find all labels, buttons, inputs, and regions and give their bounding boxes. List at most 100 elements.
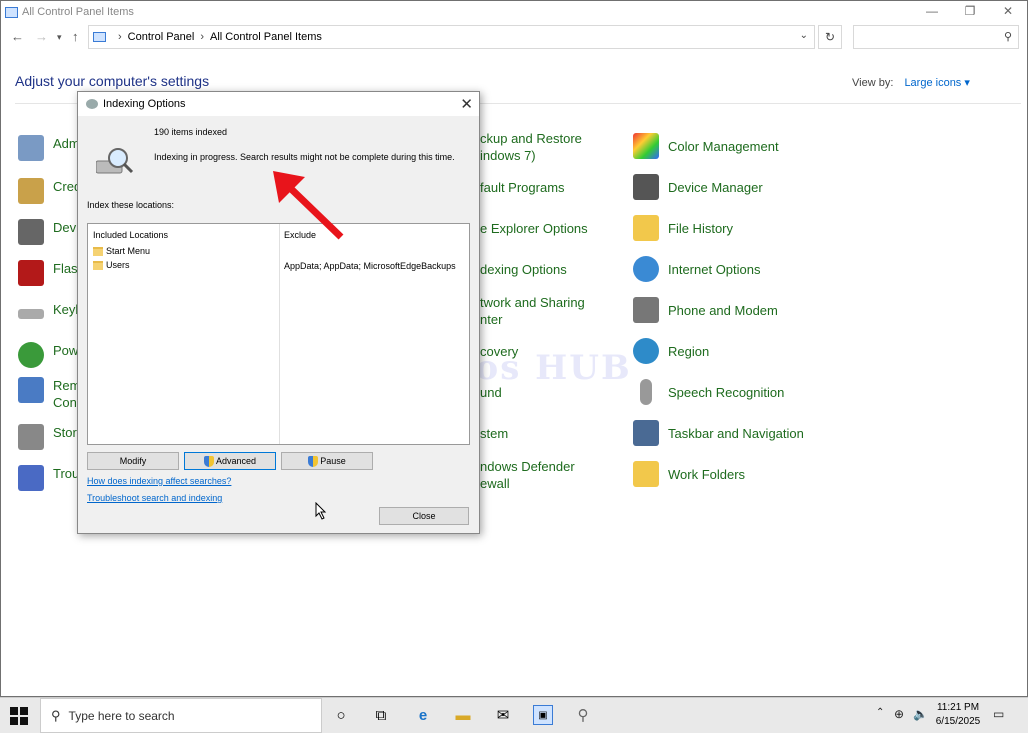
clock[interactable]: 11:21 PM 6/15/2025 xyxy=(928,701,988,729)
device-manager-icon xyxy=(633,174,659,200)
storage-spaces-icon xyxy=(18,424,44,450)
window-controls: — ❐ ✕ xyxy=(913,1,1027,21)
view-by-dropdown[interactable]: Large icons ▾ xyxy=(904,77,969,89)
cp-item-work-folders[interactable]: Work Folders xyxy=(633,461,745,487)
items-indexed-count: 190 items indexed xyxy=(154,127,228,137)
cp-item-color-management[interactable]: Color Management xyxy=(633,133,779,159)
cp-item-col1-5[interactable]: Pow xyxy=(18,342,78,368)
refresh-button[interactable]: ↻ xyxy=(818,25,842,49)
cp-item-taskbar-navigation[interactable]: Taskbar and Navigation xyxy=(633,420,804,446)
magnifier-drive-icon xyxy=(96,148,134,174)
edge-icon[interactable]: e xyxy=(413,705,433,725)
search-input[interactable]: ⚲ xyxy=(853,25,1019,49)
notifications-icon[interactable]: ▭ xyxy=(993,707,1004,721)
cp-item-col1-2[interactable]: Devi xyxy=(18,219,79,245)
cp-item-col2-1[interactable]: fault Programs xyxy=(480,179,565,196)
region-globe-icon xyxy=(633,338,659,364)
index-locations-label: Index these locations: xyxy=(87,200,175,210)
cp-item-file-history[interactable]: File History xyxy=(633,215,733,241)
pause-button[interactable]: Pause xyxy=(281,452,373,470)
address-dropdown-icon[interactable]: ⌄ xyxy=(800,30,808,41)
cp-item-col2-2[interactable]: e Explorer Options xyxy=(480,220,588,237)
indexing-options-dialog: Indexing Options ✕ 190 items indexed Ind… xyxy=(77,91,480,534)
power-options-icon xyxy=(18,342,44,368)
locations-list[interactable]: Included Locations Exclude Start Menu Us… xyxy=(87,223,470,445)
phone-modem-icon xyxy=(633,297,659,323)
modify-button[interactable]: Modify xyxy=(87,452,179,470)
control-panel-icon xyxy=(5,6,18,18)
cp-item-col1-6[interactable]: Rem Conn xyxy=(18,377,84,411)
cp-item-col1-1[interactable]: Cred xyxy=(18,178,81,204)
search-icon: ⚲ xyxy=(51,707,61,723)
control-panel-taskbar-icon[interactable]: ▣ xyxy=(533,705,553,725)
cp-item-col2-4[interactable]: twork and Sharing nter xyxy=(480,294,585,328)
window-title: All Control Panel Items xyxy=(22,6,134,18)
included-locations-header[interactable]: Included Locations xyxy=(93,230,168,240)
dialog-title-bar: Indexing Options xyxy=(78,92,479,116)
cp-item-col2-8[interactable]: ndows Defender ewall xyxy=(480,458,575,492)
file-explorer-icon[interactable]: ▬ xyxy=(453,705,473,725)
cp-item-col1-3[interactable]: Flash xyxy=(18,260,85,286)
cp-item-phone-modem[interactable]: Phone and Modem xyxy=(633,297,778,323)
keyboard-icon xyxy=(18,309,44,319)
cp-item-speech-recognition[interactable]: Speech Recognition xyxy=(633,379,784,405)
show-hidden-icons-icon[interactable]: ⌃ xyxy=(876,707,884,718)
cp-item-region[interactable]: Region xyxy=(633,338,709,364)
taskbar-search[interactable]: ⚲ Type here to search xyxy=(40,698,322,733)
close-button[interactable]: ✕ xyxy=(989,1,1027,21)
cp-item-col1-0[interactable]: Adm xyxy=(18,135,80,161)
volume-icon[interactable]: 🔈 xyxy=(913,707,928,721)
refresh-icon: ↻ xyxy=(824,30,836,44)
work-folders-icon xyxy=(633,461,659,487)
mail-icon[interactable]: ✉ xyxy=(493,705,513,725)
location-row[interactable]: Start Menu xyxy=(93,246,150,256)
troubleshooting-icon xyxy=(18,465,44,491)
cp-item-col2-7[interactable]: stem xyxy=(480,425,508,442)
uac-shield-icon xyxy=(203,455,214,467)
page-title: Adjust your computer's settings xyxy=(15,73,210,89)
dialog-close-icon[interactable]: ✕ xyxy=(460,95,473,113)
close-dialog-button[interactable]: Close xyxy=(379,507,469,525)
red-arrow-annotation xyxy=(273,171,344,240)
cp-item-col2-3[interactable]: dexing Options xyxy=(480,261,567,278)
credential-manager-icon xyxy=(18,178,44,204)
taskbar-search-placeholder: Type here to search xyxy=(68,708,175,723)
cp-item-col2-0[interactable]: ckup and Restore indows 7) xyxy=(480,130,582,164)
cp-item-internet-options[interactable]: Internet Options xyxy=(633,256,761,282)
devices-printers-icon xyxy=(18,219,44,245)
cp-item-col1-4[interactable]: Keyb xyxy=(18,301,83,319)
network-globe-icon[interactable]: ⊕ xyxy=(894,707,904,721)
start-button[interactable] xyxy=(10,707,28,725)
address-bar[interactable]: › Control Panel › All Control Panel Item… xyxy=(88,25,815,49)
task-view-icon[interactable]: ⧉ xyxy=(371,705,391,725)
mouse-cursor-icon xyxy=(315,502,327,520)
breadcrumb-all-items[interactable]: All Control Panel Items xyxy=(210,31,322,43)
location-row[interactable]: Users xyxy=(93,260,130,270)
cortana-icon[interactable]: ○ xyxy=(331,705,351,725)
file-history-icon xyxy=(633,215,659,241)
cp-item-col1-8[interactable]: Trou xyxy=(18,465,79,491)
up-arrow-icon[interactable]: ↑ xyxy=(72,29,79,44)
view-by-label: View by: xyxy=(852,77,894,89)
indexing-help-link[interactable]: How does indexing affect searches? xyxy=(87,476,231,486)
forward-arrow-icon[interactable]: → xyxy=(35,29,48,44)
indexing-status: Indexing in progress. Search results mig… xyxy=(154,152,455,162)
recent-dropdown-icon[interactable]: ▾ xyxy=(57,32,62,43)
minimize-button[interactable]: — xyxy=(913,1,951,21)
taskbar-icon xyxy=(633,420,659,446)
indexing-taskbar-icon[interactable]: ⚲ xyxy=(573,705,593,725)
maximize-button[interactable]: ❐ xyxy=(951,1,989,21)
address-row: ← → ▾ ↑ › Control Panel › All Control Pa… xyxy=(1,25,1027,51)
breadcrumb-control-panel[interactable]: Control Panel xyxy=(128,31,195,43)
back-arrow-icon[interactable]: ← xyxy=(11,29,24,44)
admin-tools-icon xyxy=(18,135,44,161)
title-bar: All Control Panel Items xyxy=(1,1,1027,23)
folder-icon xyxy=(93,246,103,256)
dialog-title: Indexing Options xyxy=(103,98,186,110)
cp-item-device-manager[interactable]: Device Manager xyxy=(633,174,763,200)
flash-player-icon xyxy=(18,260,44,286)
clock-time: 11:21 PM xyxy=(936,702,980,713)
advanced-button[interactable]: Advanced xyxy=(184,452,276,470)
cp-item-col1-7[interactable]: Stora xyxy=(18,424,84,450)
troubleshoot-link[interactable]: Troubleshoot search and indexing xyxy=(87,493,222,503)
